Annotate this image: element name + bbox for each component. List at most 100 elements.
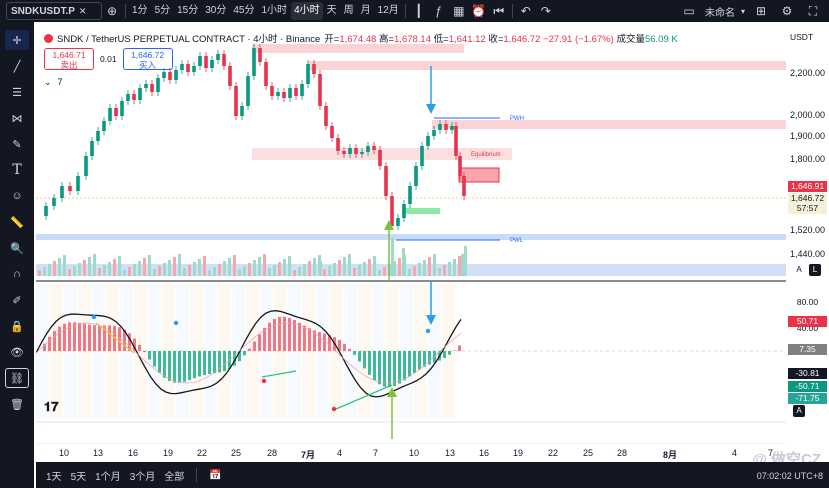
osc-histogram-bar	[143, 351, 146, 353]
osc-histogram-bar	[78, 322, 81, 351]
osc-band	[330, 283, 343, 418]
change-value: −27.91 (−1.67%)	[543, 34, 614, 45]
osc-histogram-bar	[63, 323, 66, 351]
trash-icon[interactable]: 🗑	[5, 394, 29, 414]
symbol-search[interactable]: SNDKUSDT.P ✕	[6, 2, 102, 20]
fib-retracement-icon[interactable]: ☰	[5, 82, 29, 102]
timeframe-4[interactable]: 45分	[230, 2, 257, 20]
log-scale-button[interactable]: L	[809, 264, 821, 276]
candle-body	[84, 156, 88, 176]
range-button-0[interactable]: 1天	[46, 468, 62, 483]
volume-bar	[203, 256, 206, 276]
candle-body	[402, 204, 406, 218]
range-button-2[interactable]: 1个月	[95, 468, 121, 483]
osc-histogram-bar	[138, 344, 141, 351]
candle-type-icon[interactable]: ┃	[409, 2, 429, 20]
sell-button[interactable]: 1,646.71 卖出	[44, 48, 94, 70]
volume-bar	[348, 254, 351, 276]
close-icon[interactable]: ✕	[79, 6, 87, 17]
layout-icon[interactable]: ▭	[679, 2, 699, 20]
grid-layout-icon[interactable]: ⊞	[751, 2, 771, 20]
candle-body	[336, 138, 340, 151]
price-label: 2,200.00	[790, 68, 826, 78]
osc-histogram-bar	[273, 319, 276, 351]
osc-histogram-bar	[418, 351, 421, 370]
date-label: 10	[409, 448, 420, 458]
text-icon[interactable]: T	[5, 160, 29, 180]
pwl-label: PWL	[510, 238, 524, 244]
buy-button[interactable]: 1,646.72 买入	[122, 48, 173, 70]
divider	[404, 4, 406, 18]
currency-label[interactable]: USDT	[790, 32, 813, 42]
pattern-icon[interactable]: ⋈	[5, 108, 29, 128]
osc-band	[232, 283, 245, 418]
settings-icon[interactable]: ⚙	[777, 2, 797, 20]
timeframe-7[interactable]: 天	[324, 2, 340, 20]
timezone-label[interactable]: 07:02:02 UTC+8	[757, 471, 823, 481]
price-chart[interactable]: PWH PWL Equilibrium	[36, 26, 786, 444]
emoji-icon[interactable]: ☺	[5, 186, 29, 206]
price-label: 2,000.00	[790, 110, 826, 120]
auto-scale-button[interactable]: A	[793, 405, 805, 417]
pencil-lock-icon[interactable]: ✐	[5, 290, 29, 310]
osc-band	[176, 283, 189, 418]
candle-body	[378, 150, 382, 166]
volume-bar	[178, 254, 181, 276]
volume-value: 56.09 K	[644, 34, 678, 45]
link-icon[interactable]: ⛓	[5, 368, 29, 388]
volume-bar	[458, 256, 461, 276]
alert-icon[interactable]: ⏰	[469, 2, 489, 20]
range-button-1[interactable]: 5天	[71, 468, 87, 483]
timeframe-8[interactable]: 周	[341, 2, 357, 20]
range-button-4[interactable]: 全部	[164, 468, 184, 483]
date-range-icon[interactable]: 📅	[209, 470, 221, 481]
crosshair-icon[interactable]: ✛	[5, 30, 29, 50]
osc-histogram-bar	[98, 325, 101, 351]
compare-add-icon[interactable]: ⊕	[102, 2, 122, 20]
layout-name[interactable]: 未命名	[705, 4, 735, 19]
range-button-3[interactable]: 3个月	[130, 468, 156, 483]
volume-spike	[319, 261, 322, 276]
osc-histogram-bar	[53, 330, 56, 351]
timeframe-9[interactable]: 月	[358, 2, 374, 20]
trend-line-icon[interactable]: ╱	[5, 56, 29, 76]
arrow-down-icon	[426, 104, 436, 114]
timeframe-1[interactable]: 5分	[152, 2, 174, 20]
volume-bar	[173, 257, 176, 276]
osc-histogram-bar	[408, 351, 411, 377]
lock-icon[interactable]: 🔒	[5, 316, 29, 336]
zoom-icon[interactable]: 🔍	[5, 238, 29, 258]
fullscreen-icon[interactable]: ⛶	[803, 2, 823, 20]
volume-bar	[243, 266, 246, 276]
auto-scale-button[interactable]: A	[793, 264, 805, 276]
date-label: 19	[163, 448, 174, 458]
ruler-icon[interactable]: 📏	[5, 212, 29, 232]
undo-icon[interactable]: ↶	[516, 2, 536, 20]
timeframe-2[interactable]: 15分	[174, 2, 201, 20]
candle-body	[216, 54, 220, 60]
replay-icon[interactable]: ⏮	[489, 2, 509, 20]
osc-tag-3: -30.81	[788, 368, 827, 379]
brush-icon[interactable]: ✎	[5, 134, 29, 154]
chevron-down-icon[interactable]: ⌄	[44, 77, 52, 88]
volume-bar	[428, 257, 431, 276]
templates-icon[interactable]: ▦	[449, 2, 469, 20]
timeframe-3[interactable]: 30分	[202, 2, 229, 20]
candle-body	[324, 106, 328, 126]
volume-bar	[323, 269, 326, 276]
volume-bar	[218, 264, 221, 276]
timeframe-6[interactable]: 4小时	[291, 2, 323, 20]
magnet-icon[interactable]: ∩	[5, 264, 29, 284]
osc-histogram-bar	[193, 351, 196, 379]
candle-body	[156, 78, 160, 92]
chevron-down-icon[interactable]: ▾	[741, 7, 745, 16]
indicator-toggle[interactable]: ⌄ 7	[44, 77, 63, 88]
redo-icon[interactable]: ↷	[536, 2, 556, 20]
osc-histogram-bar	[258, 334, 261, 351]
timeframe-10[interactable]: 12月	[375, 2, 402, 20]
timeframe-0[interactable]: 1分	[129, 2, 151, 20]
indicators-icon[interactable]: ƒ	[429, 2, 449, 20]
eye-icon[interactable]: 👁	[5, 342, 29, 362]
osc-tag-4: -50.71	[788, 381, 827, 392]
timeframe-5[interactable]: 1小时	[259, 2, 291, 20]
